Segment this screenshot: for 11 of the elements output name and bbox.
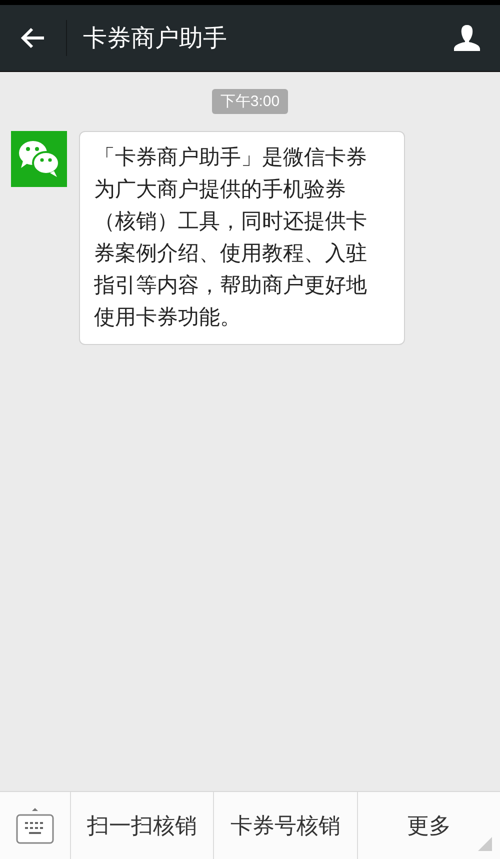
timestamp: 下午3:00: [212, 89, 288, 114]
person-icon: [452, 23, 482, 53]
menu-button[interactable]: 更多: [358, 792, 500, 859]
menu-button[interactable]: 卡券号核销: [214, 792, 358, 859]
message-bubble: 「卡券商户助手」是微信卡券为广大商户提供的手机验券（核销）工具，同时还提供卡券案例介绍、使用教程、入驻指引等内容，帮助商户更好地使用卡券功能。: [79, 131, 405, 345]
chat-logo-icon: [11, 131, 67, 187]
menu-button[interactable]: 扫一扫核销: [71, 792, 214, 859]
keyboard-icon: [15, 806, 55, 846]
chat-title: 卡券商户助手: [83, 23, 228, 54]
back-arrow-icon: [20, 27, 46, 49]
corner-triangle-icon: [478, 837, 492, 851]
